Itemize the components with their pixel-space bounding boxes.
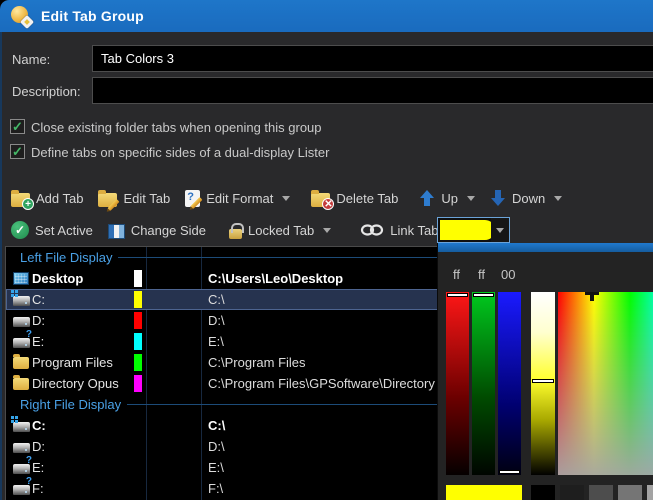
green-slider-handle[interactable] bbox=[473, 293, 494, 297]
green-slider[interactable] bbox=[472, 292, 495, 475]
add-tab-button[interactable]: + Add Tab bbox=[11, 189, 83, 207]
define-sides-checkbox[interactable]: ✓ bbox=[10, 144, 25, 159]
unknown-drive-icon: ? bbox=[13, 459, 30, 476]
hex-red-value: ff bbox=[453, 267, 460, 282]
up-button[interactable]: Up bbox=[419, 189, 475, 207]
edit-tab-group-dialog: Edit Tab Group Name: Description: ✓ Clos… bbox=[0, 0, 653, 500]
blue-slider-handle[interactable] bbox=[499, 470, 520, 474]
gray-swatch[interactable] bbox=[531, 485, 555, 500]
tab-color-cell bbox=[134, 375, 142, 392]
gray-swatch[interactable] bbox=[647, 485, 653, 500]
system-drive-icon bbox=[13, 417, 30, 434]
current-color-swatch[interactable] bbox=[446, 485, 522, 500]
add-tab-icon: + bbox=[11, 193, 30, 207]
description-label: Description: bbox=[12, 84, 81, 99]
gray-swatch[interactable] bbox=[560, 485, 584, 500]
window-border bbox=[0, 32, 2, 500]
down-arrow-icon bbox=[490, 189, 506, 207]
define-sides-label: Define tabs on specific sides of a dual-… bbox=[31, 145, 329, 160]
unknown-drive-icon: ? bbox=[13, 333, 30, 350]
up-dropdown-caret[interactable] bbox=[467, 196, 475, 201]
hex-green-value: ff bbox=[478, 267, 485, 282]
locked-tab-dropdown-caret[interactable] bbox=[323, 228, 331, 233]
drive-icon bbox=[13, 312, 30, 329]
close-existing-tabs-label: Close existing folder tabs when opening … bbox=[31, 120, 322, 135]
delete-tab-icon: ✕ bbox=[311, 193, 330, 207]
hue-saturation-field[interactable] bbox=[558, 292, 653, 475]
description-input[interactable] bbox=[92, 77, 653, 104]
down-dropdown-caret[interactable] bbox=[554, 196, 562, 201]
folder-icon bbox=[13, 354, 30, 371]
title-bar[interactable]: Edit Tab Group bbox=[0, 0, 653, 32]
tab-color-swatch bbox=[440, 220, 495, 240]
name-label: Name: bbox=[12, 52, 50, 67]
tab-color-cell bbox=[134, 312, 142, 329]
change-side-icon bbox=[108, 224, 125, 239]
luminance-slider[interactable] bbox=[531, 292, 555, 475]
red-slider[interactable] bbox=[446, 292, 469, 475]
color-field-cursor[interactable] bbox=[585, 292, 599, 302]
color-picker-titlebar[interactable] bbox=[438, 243, 653, 252]
blue-slider[interactable] bbox=[498, 292, 521, 475]
tab-color-cell bbox=[134, 291, 142, 308]
set-active-button[interactable]: ✓ Set Active bbox=[11, 221, 93, 239]
desktop-icon bbox=[13, 270, 30, 287]
delete-tab-button[interactable]: ✕ Delete Tab bbox=[311, 189, 398, 207]
gray-swatch[interactable] bbox=[589, 485, 613, 500]
tab-color-cell bbox=[134, 354, 142, 371]
system-drive-icon bbox=[13, 291, 30, 308]
drive-icon bbox=[13, 438, 30, 455]
edit-format-icon: ? bbox=[185, 190, 200, 207]
tab-color-dropdown-caret[interactable] bbox=[496, 228, 504, 233]
lock-icon bbox=[229, 229, 242, 239]
hex-blue-value: 00 bbox=[501, 267, 515, 282]
edit-tab-icon bbox=[98, 193, 117, 207]
tab-color-cell bbox=[134, 270, 142, 287]
luminance-slider-handle[interactable] bbox=[532, 379, 554, 383]
edit-format-dropdown-caret[interactable] bbox=[282, 196, 290, 201]
edit-tab-button[interactable]: Edit Tab bbox=[98, 189, 170, 207]
toolbar-row-1: + Add Tab Edit Tab ? Edit Format ✕ Delet… bbox=[11, 185, 577, 211]
unknown-drive-icon: ? bbox=[13, 480, 30, 497]
up-arrow-icon bbox=[419, 189, 435, 207]
window-title: Edit Tab Group bbox=[41, 0, 144, 32]
tab-color-cell bbox=[134, 333, 142, 350]
name-input[interactable] bbox=[92, 45, 653, 72]
edit-format-button[interactable]: ? Edit Format bbox=[185, 190, 290, 207]
toolbar-row-2: ✓ Set Active Change Side Locked Tab Link… bbox=[11, 217, 470, 243]
tab-color-button[interactable] bbox=[437, 217, 510, 243]
change-side-button[interactable]: Change Side bbox=[108, 222, 206, 239]
set-active-icon: ✓ bbox=[11, 221, 29, 239]
folder-icon bbox=[13, 375, 30, 392]
gray-swatch[interactable] bbox=[618, 485, 642, 500]
close-existing-tabs-checkbox[interactable]: ✓ bbox=[10, 119, 25, 134]
link-icon bbox=[360, 223, 384, 237]
color-picker-dropdown: ff ff 00 bbox=[437, 243, 653, 500]
locked-tab-button[interactable]: Locked Tab bbox=[229, 222, 331, 239]
down-button[interactable]: Down bbox=[490, 189, 562, 207]
tab-group-icon bbox=[11, 6, 32, 27]
red-slider-handle[interactable] bbox=[447, 293, 468, 297]
